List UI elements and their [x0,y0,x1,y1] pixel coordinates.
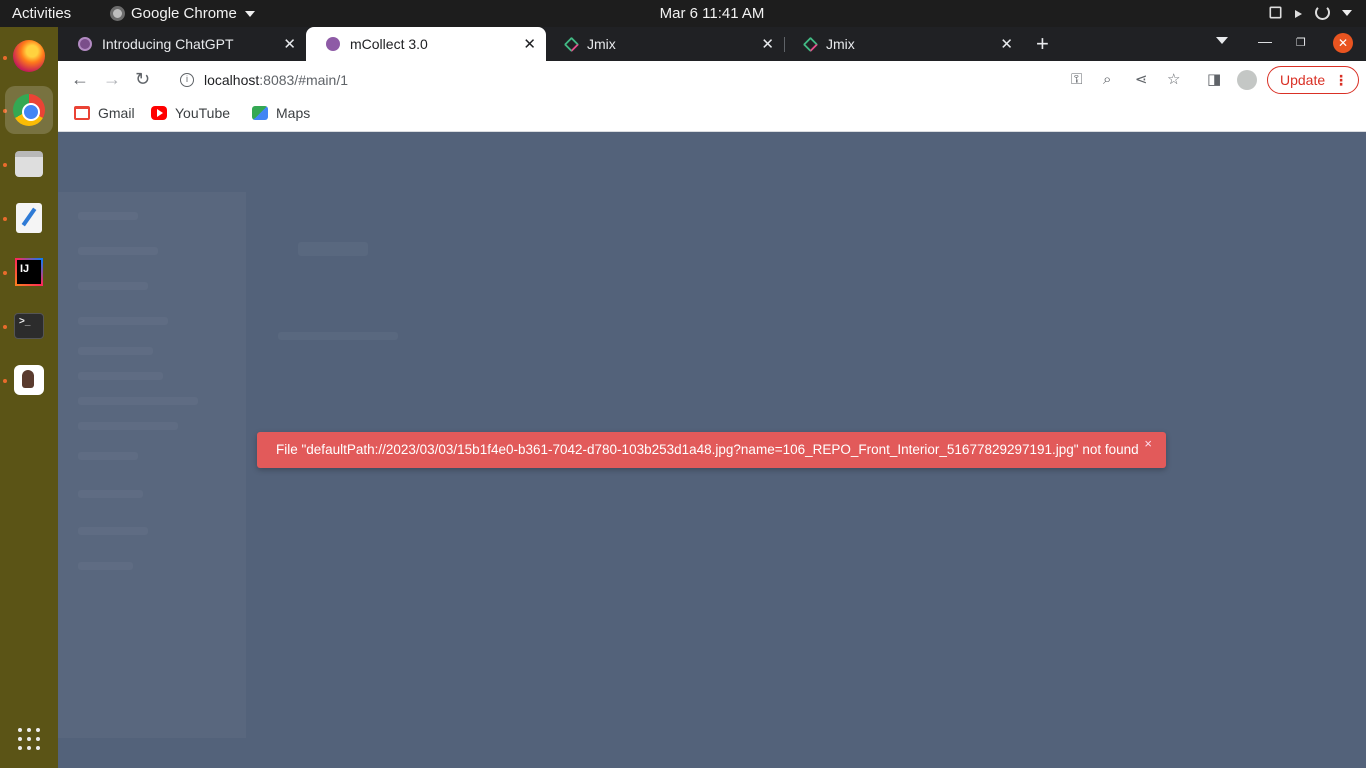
tab-strip: Introducing ChatGPT ✕ mCollect 3.0 ✕ Jmi… [58,27,1366,61]
close-icon[interactable]: ✕ [761,35,774,53]
bookmark-label: Gmail [98,105,135,121]
url-host: localhost [204,72,260,88]
firefox-icon[interactable] [11,38,47,74]
tab-mcollect[interactable]: mCollect 3.0 ✕ [306,27,546,61]
files-icon[interactable] [11,146,47,182]
dimmed-item [78,282,148,290]
forward-button[interactable]: → [103,69,121,90]
notification-message: File "defaultPath://2023/03/03/15b1f4e0-… [276,442,1139,457]
youtube-icon [151,106,167,120]
tab-title: mCollect 3.0 [350,36,428,52]
dimmed-item [78,562,133,570]
running-indicator [3,163,7,167]
maps-icon [252,106,268,120]
network-icon [1269,6,1282,19]
tab-chatgpt[interactable]: Introducing ChatGPT ✕ [58,27,306,61]
running-indicator [3,217,7,221]
error-notification[interactable]: File "defaultPath://2023/03/03/15b1f4e0-… [257,432,1166,468]
more-menu-icon[interactable]: ⋮ [1334,72,1348,89]
intellij-icon[interactable]: IJ [11,254,47,290]
dimmed-item [78,347,153,355]
dimmed-item [78,372,163,380]
bookmarks-bar: Gmail YouTube Maps [58,99,1366,132]
running-indicator [3,271,7,275]
tab-title: Jmix [587,36,616,52]
bookmark-gmail[interactable]: Gmail [74,105,135,121]
close-icon[interactable]: ✕ [523,35,536,53]
window-close-button[interactable]: ✕ [1333,33,1353,53]
update-button-label: Update [1280,72,1326,88]
tab-jmix-2[interactable]: Jmix ✕ [785,27,1023,61]
bookmark-youtube[interactable]: YouTube [151,105,230,121]
reload-button[interactable]: ↻ [135,69,150,90]
clock[interactable]: Mar 6 11:41 AM [0,5,1366,22]
bookmark-label: Maps [276,105,311,121]
site-info-icon[interactable]: i [180,73,194,87]
chatgpt-favicon-icon [78,37,92,51]
close-icon[interactable]: ✕ [283,35,296,53]
share-icon[interactable]: ⋖ [1135,72,1150,87]
tab-title: Introducing ChatGPT [102,36,234,52]
terminal-icon[interactable]: >_ [11,308,47,344]
new-tab-button[interactable]: + [1036,31,1049,57]
tab-search-icon[interactable] [1216,37,1228,44]
volume-icon [1295,9,1303,18]
dimmed-item [78,527,148,535]
system-tray[interactable] [1268,5,1352,20]
tab-title: Jmix [826,36,855,52]
dimmed-item [78,422,178,430]
dimmed-item [78,490,143,498]
mcollect-favicon-icon [326,37,340,51]
dimmed-item [78,397,198,405]
update-button[interactable]: Update ⋮ [1267,66,1359,94]
key-icon[interactable]: ⚿ [1071,72,1086,87]
maximize-button[interactable]: ❐ [1296,36,1306,49]
bookmark-label: YouTube [175,105,231,121]
side-panel-icon[interactable]: ◨ [1207,72,1222,87]
chrome-icon[interactable] [5,86,53,134]
dimmed-item [278,332,398,340]
close-icon[interactable]: × [1144,432,1152,462]
dimmed-item [298,242,368,256]
pgadmin-icon[interactable] [11,362,47,398]
text-editor-icon[interactable] [11,200,47,236]
gmail-icon [74,106,90,120]
system-top-bar: Activities Google Chrome Mar 6 11:41 AM [0,0,1366,27]
bookmark-star-icon[interactable]: ☆ [1167,72,1182,87]
power-icon [1315,5,1330,20]
browser-toolbar: ← → ↻ i localhost:8083/#main/1 ⚿ ⌕ ⋖ ☆ ◨… [58,61,1366,99]
running-indicator [3,325,7,329]
dock: IJ >_ [0,27,58,768]
address-bar[interactable]: i localhost:8083/#main/1 [166,64,1086,96]
bookmark-maps[interactable]: Maps [252,105,310,121]
show-apps-icon[interactable] [18,728,40,750]
dimmed-item [78,212,138,220]
close-icon[interactable]: ✕ [1000,35,1013,53]
dimmed-item [78,317,168,325]
dimmed-sidebar [58,192,246,738]
back-button[interactable]: ← [71,69,89,90]
running-indicator [3,379,7,383]
zoom-icon[interactable]: ⌕ [1103,72,1118,87]
dimmed-item [78,452,138,460]
minimize-button[interactable]: — [1258,33,1272,49]
jmix-favicon-icon [563,36,580,52]
url-path: :8083/#main/1 [259,72,348,88]
running-indicator [3,56,7,60]
dimmed-item [78,247,158,255]
chevron-down-icon [1342,9,1352,16]
jmix-favicon-icon [802,36,819,52]
profile-avatar[interactable] [1237,70,1257,90]
tab-jmix-1[interactable]: Jmix ✕ [546,27,784,61]
